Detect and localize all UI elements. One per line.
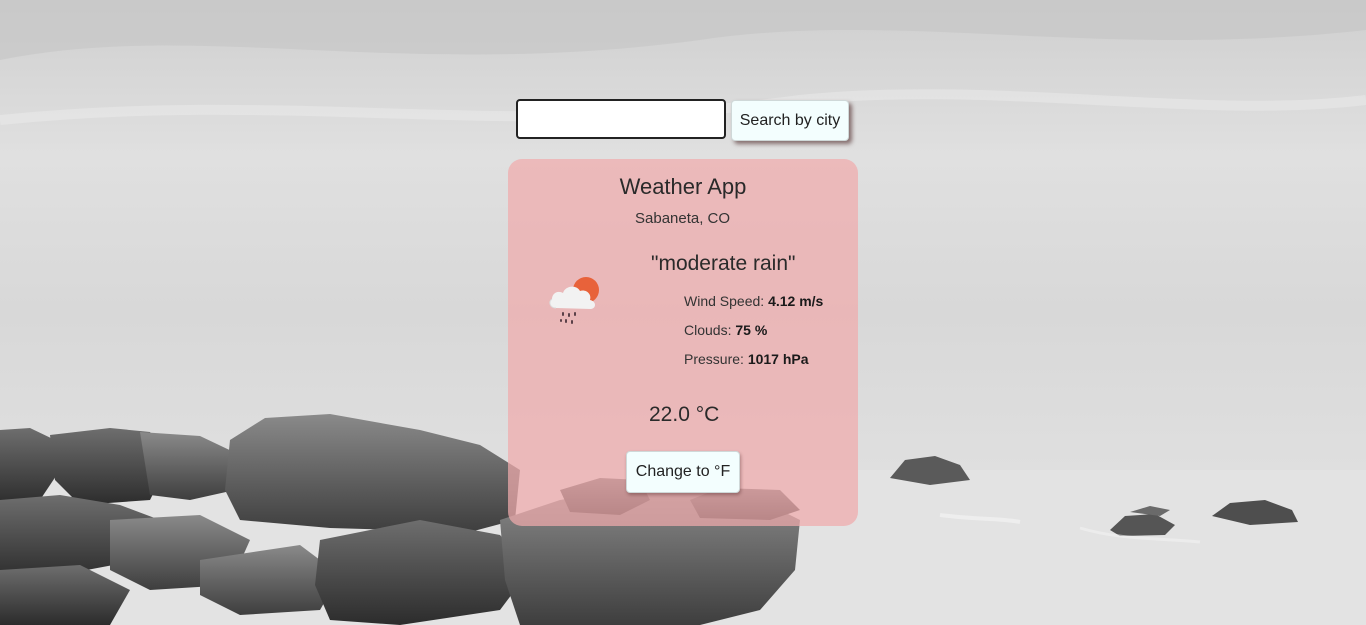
pressure-label: Pressure: bbox=[684, 351, 748, 367]
clouds-label: Clouds: bbox=[684, 322, 736, 338]
pressure-value: 1017 hPa bbox=[747, 351, 809, 367]
clouds-stat: Clouds: 75 % bbox=[684, 322, 767, 338]
temperature-value: 22.0 °C bbox=[649, 403, 720, 426]
wind-speed-label: Wind Speed: bbox=[684, 293, 769, 309]
location-label: Sabaneta, CO bbox=[635, 210, 731, 227]
app-title: Weather App bbox=[619, 174, 747, 199]
change-unit-button[interactable]: Change to °F bbox=[626, 451, 740, 493]
weather-description: "moderate rain" bbox=[651, 252, 796, 275]
search-bar: Search by city bbox=[516, 99, 856, 143]
wind-speed-stat: Wind Speed: 4.12 m/s bbox=[684, 293, 823, 309]
wind-speed-value: 4.12 m/s bbox=[768, 293, 824, 309]
clouds-value: 75 % bbox=[735, 322, 768, 338]
rain-cloud-sun-icon bbox=[546, 274, 602, 330]
search-by-city-button[interactable]: Search by city bbox=[731, 100, 849, 141]
city-search-input[interactable] bbox=[516, 99, 726, 139]
pressure-stat: Pressure: 1017 hPa bbox=[684, 351, 809, 367]
